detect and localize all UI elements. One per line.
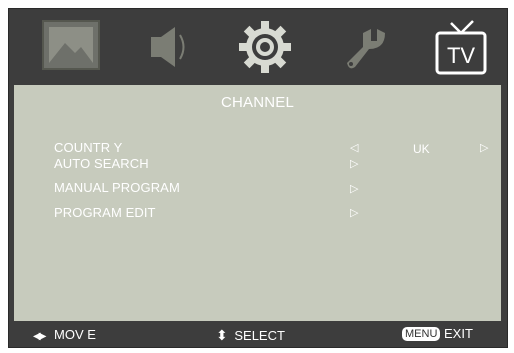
tab-tv[interactable]: TV — [425, 15, 497, 79]
wrench-icon — [347, 29, 385, 69]
arrow-right-icon[interactable]: ▷ — [350, 208, 358, 219]
key-hint-bar: ◀▶ MOV E ⬍ SELECT MENU EXIT — [9, 321, 507, 347]
menu-key-icon: MENU — [402, 327, 441, 341]
tv-osd-menu: TV CHANNEL COUNTR Y ◁ UK ▷ AUTO SEARCH ▷… — [8, 8, 508, 348]
select-hint-label: SELECT — [234, 328, 285, 343]
move-hint-label: MOV E — [54, 327, 96, 342]
move-hint: ◀▶ MOV E — [33, 327, 96, 342]
menu-item-auto-search[interactable]: AUTO SEARCH — [54, 156, 149, 171]
tv-icon: TV — [435, 20, 487, 75]
menu-title: CHANNEL — [220, 94, 295, 111]
arrow-right-icon[interactable]: ▷ — [350, 184, 358, 195]
tab-sound[interactable] — [133, 15, 205, 79]
tab-tools[interactable] — [327, 15, 399, 79]
menu-item-program-edit[interactable]: PROGRAM EDIT — [54, 205, 156, 220]
country-value: UK — [413, 142, 430, 156]
menu-item-manual-program[interactable]: MANUAL PROGRAM — [54, 180, 180, 195]
tab-setup[interactable] — [229, 15, 301, 79]
arrow-left-icon[interactable]: ◁ — [350, 143, 358, 154]
select-hint: ⬍ SELECT — [216, 327, 285, 344]
channel-menu-panel: CHANNEL COUNTR Y ◁ UK ▷ AUTO SEARCH ▷ MA… — [14, 85, 501, 321]
up-down-arrows-icon: ⬍ — [216, 327, 228, 343]
menu-item-country[interactable]: COUNTR Y — [54, 140, 122, 155]
menu-tab-bar: TV — [9, 9, 507, 85]
gear-icon — [239, 21, 291, 73]
arrow-right-icon[interactable]: ▷ — [480, 143, 488, 154]
tv-icon-label: TV — [447, 43, 475, 68]
picture-icon — [42, 20, 100, 70]
left-right-arrows-icon: ◀▶ — [33, 331, 46, 342]
arrow-right-icon[interactable]: ▷ — [350, 159, 358, 170]
speaker-icon — [151, 27, 185, 67]
exit-hint-label: EXIT — [444, 326, 473, 341]
tab-picture[interactable] — [35, 15, 107, 79]
exit-hint: MENU EXIT — [402, 326, 473, 341]
